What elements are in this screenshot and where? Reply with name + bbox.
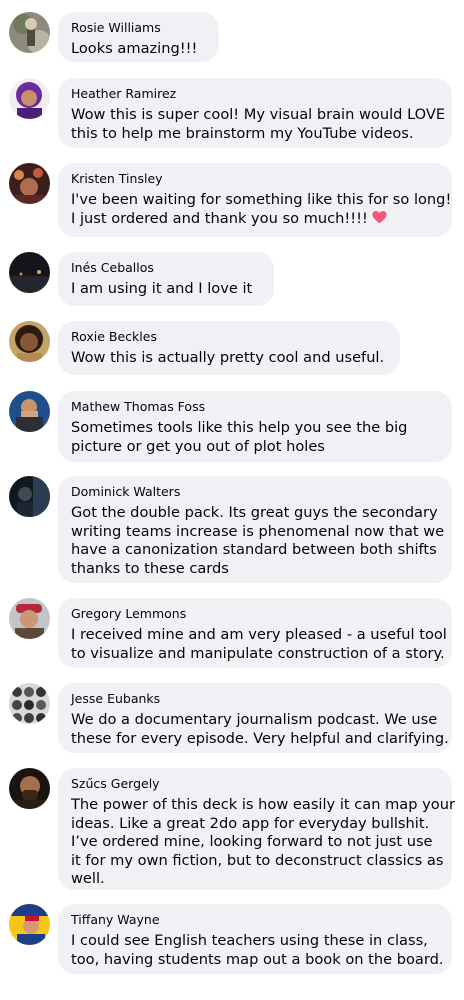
heart-icon — [372, 210, 387, 223]
comment-bubble: Tiffany Wayne I could see English teache… — [58, 904, 452, 974]
comment-text: I could see English teachers using these… — [71, 932, 444, 968]
avatar[interactable] — [9, 768, 50, 809]
comment-text: Looks amazing!!! — [71, 40, 198, 57]
comment-bubble: Kristen Tinsley I've been waiting for so… — [58, 163, 452, 237]
avatar[interactable] — [9, 598, 50, 639]
avatar[interactable] — [9, 683, 50, 724]
comment-author[interactable]: Dominick Walters — [71, 484, 439, 499]
avatar[interactable] — [9, 163, 50, 204]
comment-text-content: I've been waiting for something like thi… — [71, 191, 452, 227]
avatar[interactable] — [9, 321, 50, 362]
comment-bubble: Inés Ceballos I am using it and I love i… — [58, 252, 274, 306]
comment-bubble: Szűcs Gergely The power of this deck is … — [58, 768, 455, 890]
comment-text: I received mine and am very pleased - a … — [71, 626, 447, 662]
comment-author[interactable]: Szűcs Gergely — [71, 776, 439, 791]
avatar[interactable] — [9, 252, 50, 293]
avatar[interactable] — [9, 391, 50, 432]
avatar[interactable] — [9, 78, 50, 119]
comment-author[interactable]: Kristen Tinsley — [71, 171, 439, 186]
comment-text: The power of this deck is how easily it … — [71, 796, 455, 887]
comment-bubble: Heather Ramirez Wow this is super cool! … — [58, 78, 452, 148]
comment-author[interactable]: Rosie Williams — [71, 20, 206, 35]
comment-author[interactable]: Jesse Eubanks — [71, 691, 439, 706]
comment-author[interactable]: Mathew Thomas Foss — [71, 399, 439, 414]
comment-bubble: Roxie Beckles Wow this is actually prett… — [58, 321, 400, 375]
comment-bubble: Gregory Lemmons I received mine and am v… — [58, 598, 452, 668]
comment-text: I am using it and I love it — [71, 280, 253, 297]
comment-bubble: Rosie Williams Looks amazing!!! — [58, 12, 219, 62]
comment-text: I've been waiting for something like thi… — [71, 191, 451, 228]
comment-author[interactable]: Inés Ceballos — [71, 260, 261, 275]
comment-author[interactable]: Roxie Beckles — [71, 329, 387, 344]
comment-bubble: Jesse Eubanks We do a documentary journa… — [58, 683, 452, 753]
comment-text: Wow this is super cool! My visual brain … — [71, 106, 446, 142]
comment-text: Wow this is actually pretty cool and use… — [71, 349, 385, 366]
avatar[interactable] — [9, 476, 50, 517]
comment-bubble: Mathew Thomas Foss Sometimes tools like … — [58, 391, 452, 462]
comment-text: Got the double pack. Its great guys the … — [71, 504, 445, 577]
avatar[interactable] — [9, 904, 50, 945]
avatar[interactable] — [9, 12, 50, 53]
comment-text: Sometimes tools like this help you see t… — [71, 419, 408, 455]
comment-text: We do a documentary journalism podcast. … — [71, 711, 449, 747]
comment-author[interactable]: Tiffany Wayne — [71, 912, 439, 927]
comment-bubble: Dominick Walters Got the double pack. It… — [58, 476, 452, 583]
comment-author[interactable]: Heather Ramirez — [71, 86, 439, 101]
comment-author[interactable]: Gregory Lemmons — [71, 606, 439, 621]
